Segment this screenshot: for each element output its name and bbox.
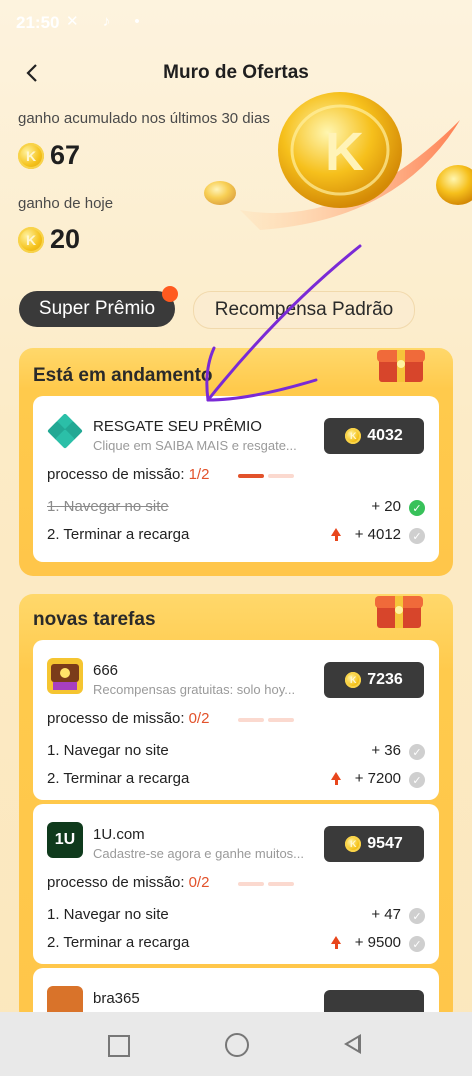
- accumulated-earnings-value: 67: [50, 140, 81, 170]
- mission-progress: processo de missão: 0/2: [47, 874, 209, 891]
- offer-name: 666: [93, 662, 119, 679]
- progress-bar-segment-1: [238, 474, 264, 478]
- recent-apps-button[interactable]: [108, 1035, 130, 1057]
- check-icon: ✓: [409, 908, 425, 924]
- task-item: 2. Terminar a recarga: [47, 770, 190, 787]
- reward-value: 7236: [367, 671, 403, 688]
- check-icon: ✓: [409, 936, 425, 952]
- offer-card[interactable]: 666 Recompensas gratuitas: solo hoy... K…: [33, 640, 439, 800]
- progress-label: processo de missão:: [47, 874, 185, 891]
- offer-card[interactable]: RESGATE SEU PRÊMIO Clique em SAIBA MAIS …: [33, 396, 439, 562]
- today-earnings-value: 20: [50, 224, 81, 254]
- mission-progress: processo de missão: 0/2: [47, 710, 209, 727]
- status-icons: ✕ ♪ •: [66, 13, 150, 30]
- new-tasks-section: novas tarefas 666 Recompensas gratuitas:…: [19, 594, 453, 1028]
- task-item: 2. Terminar a recarga: [47, 934, 190, 951]
- progress-label: processo de missão:: [47, 466, 185, 483]
- section-title: novas tarefas: [33, 609, 156, 630]
- offer-name: RESGATE SEU PRÊMIO: [93, 418, 262, 435]
- coin-icon: K: [18, 142, 44, 169]
- coin-icon: K: [345, 428, 362, 444]
- section-title: Está em andamento: [33, 365, 213, 386]
- progress-bar-segment-1: [238, 718, 264, 722]
- task-item: 1. Navegar no site: [47, 498, 169, 515]
- progress-value: 0/2: [188, 874, 210, 891]
- reward-button[interactable]: K 4032: [324, 418, 424, 454]
- progress-value: 1/2: [188, 466, 210, 483]
- treasure-chest-icon: [377, 350, 425, 382]
- tab-super-premio[interactable]: Super Prêmio: [19, 291, 175, 327]
- accumulated-earnings: K 67: [18, 140, 80, 171]
- page-title: Muro de Ofertas: [163, 62, 309, 83]
- accumulated-earnings-label: ganho acumulado nos últimos 30 dias: [18, 110, 270, 127]
- check-icon: ✓: [409, 772, 425, 788]
- progress-value: 0/2: [188, 710, 210, 727]
- task-points: + 47: [371, 906, 401, 923]
- task-item: 2. Terminar a recarga: [47, 526, 190, 543]
- task-item: 1. Navegar no site: [47, 742, 169, 759]
- task-points: + 36: [371, 742, 401, 759]
- task-points: + 9500: [354, 934, 401, 951]
- offer-name: bra365: [93, 990, 140, 1007]
- progress-bar-segment-2: [268, 474, 294, 478]
- offer-card[interactable]: 1U 1U.com Cadastre-se agora e ganhe muit…: [33, 804, 439, 964]
- coin-icon: K: [345, 836, 362, 852]
- coin-icon: K: [18, 226, 44, 253]
- offer-description: Clique em SAIBA MAIS e resgate...: [93, 438, 297, 453]
- today-earnings-label: ganho de hoje: [18, 195, 114, 212]
- home-button[interactable]: [225, 1033, 249, 1057]
- task-points: + 20: [371, 498, 401, 515]
- progress-bar-segment-1: [238, 882, 264, 886]
- task-item: 1. Navegar no site: [47, 906, 169, 923]
- task-points: + 7200: [354, 770, 401, 787]
- offer-description: Recompensas gratuitas: solo hoy...: [93, 682, 296, 697]
- progress-bar-segment-2: [268, 718, 294, 722]
- progress-bar-segment-2: [268, 882, 294, 886]
- annotation-arrow: [205, 244, 362, 402]
- offer-app-icon: 1U: [47, 822, 83, 858]
- reward-button[interactable]: K 7236: [324, 662, 424, 698]
- reward-value: 4032: [367, 427, 403, 444]
- reward-value: 9547: [367, 835, 403, 852]
- status-bar: 21:50 ✕ ♪ •: [0, 0, 472, 46]
- coin-icon: K: [345, 672, 362, 688]
- offer-app-icon: [47, 414, 83, 450]
- treasure-chest-icon: [375, 596, 423, 628]
- status-time: 21:50: [16, 13, 60, 32]
- reward-button[interactable]: K 9547: [324, 826, 424, 862]
- check-icon: ✓: [409, 528, 425, 544]
- svg-text:K: K: [325, 122, 364, 182]
- progress-label: processo de missão:: [47, 710, 185, 727]
- mission-progress: processo de missão: 1/2: [47, 466, 209, 483]
- check-icon: ✓: [409, 744, 425, 760]
- offer-description: Cadastre-se agora e ganhe muitos...: [93, 846, 305, 861]
- task-points: + 4012: [354, 526, 401, 543]
- today-earnings: K 20: [18, 224, 80, 255]
- check-icon: ✓: [409, 500, 425, 516]
- coin-hero-illustration: K: [204, 92, 472, 230]
- offer-app-icon: [47, 658, 83, 694]
- offer-name: 1U.com: [93, 826, 145, 843]
- hot-badge: [162, 286, 178, 302]
